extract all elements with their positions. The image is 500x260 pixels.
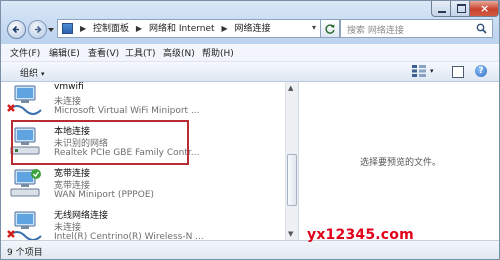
item-count: 9 个项目 xyxy=(7,248,43,258)
breadcrumb-separator: ▶ xyxy=(221,24,228,33)
list-item[interactable]: vmwifi 未连接 Microsoft Virtual WiFi Minipo… xyxy=(1,82,285,120)
menu-help[interactable]: 帮助(H) xyxy=(202,46,234,59)
refresh-icon xyxy=(325,24,335,34)
back-arrow-icon xyxy=(12,25,19,34)
breadcrumb-separator: ▶ xyxy=(135,24,143,33)
address-dropdown-icon[interactable]: ▾ xyxy=(312,23,316,32)
view-options-dropdown[interactable]: ▾ xyxy=(430,67,434,75)
control-panel-icon xyxy=(62,23,73,34)
list-item[interactable]: 宽带连接 宽带连接 WAN Miniport (PPPOE) xyxy=(1,164,285,204)
scroll-up-icon[interactable]: ▲ xyxy=(288,84,293,92)
organize-label: 组织 xyxy=(20,69,39,79)
connection-device: WAN Miniport (PPPOE) xyxy=(54,190,155,200)
scroll-thumb[interactable] xyxy=(287,154,297,206)
menu-file[interactable]: 文件(F) xyxy=(10,46,40,59)
menu-tools[interactable]: 工具(T) xyxy=(125,46,156,59)
breadcrumb-control-panel[interactable]: 控制面板 xyxy=(93,24,129,34)
forward-arrow-icon xyxy=(35,25,42,34)
maximize-button[interactable] xyxy=(450,1,470,17)
connection-name: vmwifi xyxy=(54,82,84,92)
close-button[interactable]: × xyxy=(469,1,499,17)
breadcrumb-network-internet[interactable]: 网络和 Internet xyxy=(149,24,215,34)
network-connections-window: ▶ 控制面板 ▶ 网络和 Internet ▶ 网络连接 ▾ 搜索 网络连接 ×… xyxy=(0,0,500,260)
menu-advanced[interactable]: 高级(N) xyxy=(163,46,195,59)
site-watermark: yx12345.com xyxy=(307,227,414,243)
search-icon[interactable] xyxy=(476,23,487,34)
vertical-scrollbar[interactable]: ▲ ▼ xyxy=(285,82,299,240)
minimize-icon xyxy=(438,11,446,13)
menu-view[interactable]: 查看(V) xyxy=(88,46,119,59)
status-bar: 9 个项目 xyxy=(1,240,499,259)
preview-pane: 选择要预览的文件。 xyxy=(298,82,499,240)
wireless-adapter-icon xyxy=(7,85,42,115)
refresh-button[interactable] xyxy=(321,19,340,38)
close-icon: × xyxy=(480,2,490,15)
title-bar: ▶ 控制面板 ▶ 网络和 Internet ▶ 网络连接 ▾ 搜索 网络连接 × xyxy=(1,1,499,44)
broadband-connection-icon xyxy=(10,169,41,197)
scroll-down-icon[interactable]: ▼ xyxy=(288,230,293,238)
maximize-icon xyxy=(457,4,466,13)
menu-bar: 文件(F) 编辑(E) 查看(V) 工具(T) 高级(N) 帮助(H) xyxy=(1,44,499,62)
minimize-button[interactable] xyxy=(431,1,451,17)
breadcrumb-network-connections[interactable]: 网络连接 xyxy=(234,24,270,34)
highlight-box xyxy=(11,120,189,165)
preview-pane-icon[interactable] xyxy=(452,66,464,78)
connection-device: Microsoft Virtual WiFi Miniport ... xyxy=(54,106,200,116)
search-placeholder: 搜索 网络连接 xyxy=(347,26,404,36)
back-button[interactable] xyxy=(7,20,26,39)
connection-device: Intel(R) Centrino(R) Wireless-N ... xyxy=(54,232,204,240)
preview-message: 选择要预览的文件。 xyxy=(360,158,442,168)
change-view-icon[interactable] xyxy=(412,65,426,77)
organize-button[interactable]: 组织 ▾ xyxy=(20,66,45,79)
command-bar: 组织 ▾ ▾ ? xyxy=(1,62,499,82)
wireless-adapter-icon xyxy=(7,211,42,240)
recent-pages-dropdown[interactable] xyxy=(48,26,54,36)
menu-edit[interactable]: 编辑(E) xyxy=(49,46,80,59)
breadcrumb-separator: ▶ xyxy=(80,24,87,33)
breadcrumb: ▶ 控制面板 ▶ 网络和 Internet ▶ 网络连接 xyxy=(76,22,270,36)
forward-button[interactable] xyxy=(28,20,47,39)
chevron-down-icon xyxy=(48,28,54,32)
list-item[interactable]: 无线网络连接 未连接 Intel(R) Centrino(R) Wireless… xyxy=(1,206,285,240)
help-icon[interactable]: ? xyxy=(475,65,487,77)
window-controls: × xyxy=(431,1,499,17)
search-input[interactable]: 搜索 网络连接 xyxy=(340,19,493,38)
address-bar[interactable]: ▶ 控制面板 ▶ 网络和 Internet ▶ 网络连接 ▾ xyxy=(57,19,321,38)
chevron-down-icon: ▾ xyxy=(41,70,45,78)
